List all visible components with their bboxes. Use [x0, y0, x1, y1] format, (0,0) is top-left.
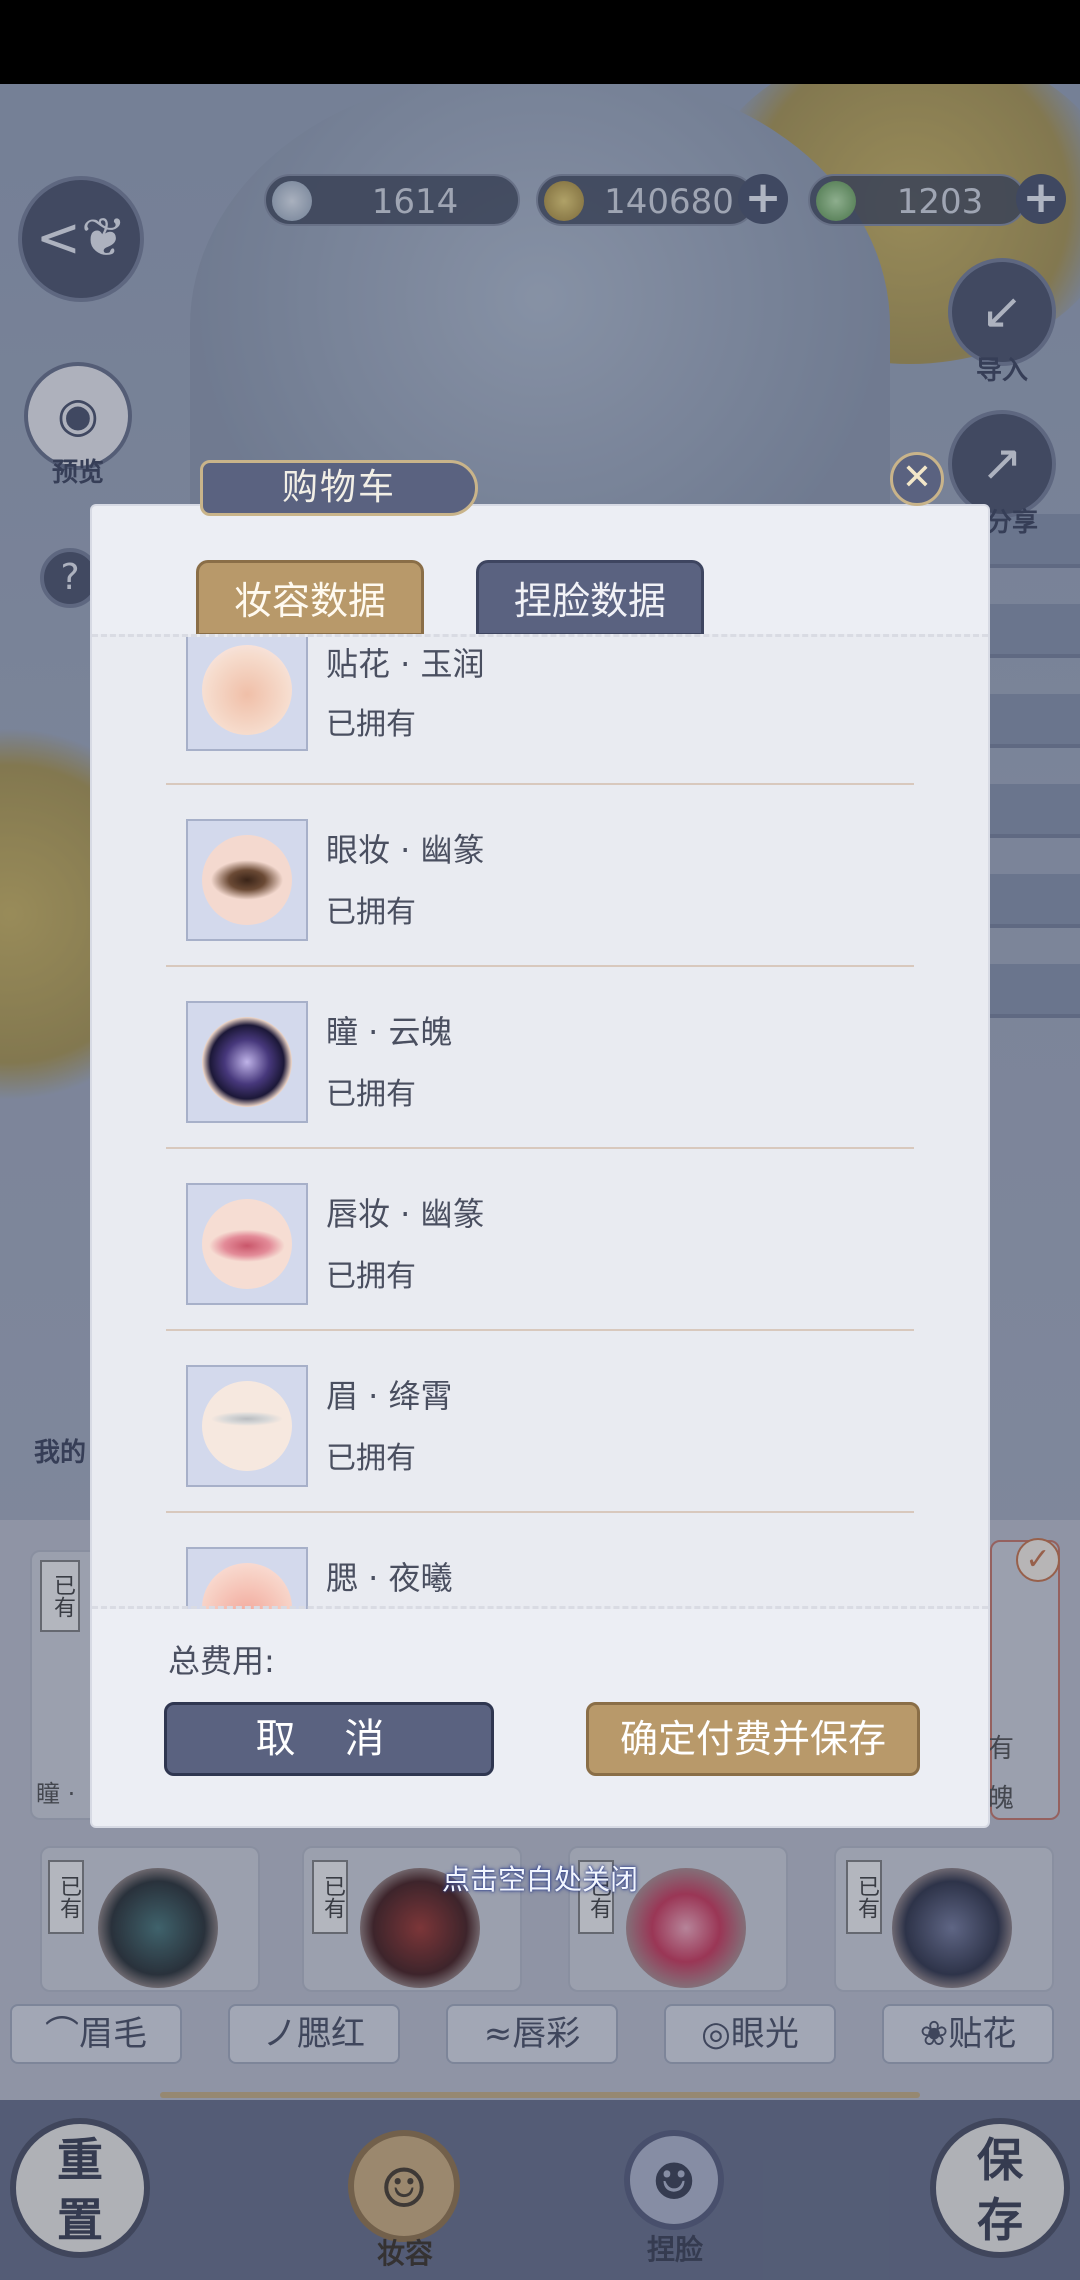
- total-cost-label: 总费用:: [168, 1642, 275, 1680]
- item-status: 已拥有: [326, 1077, 416, 1112]
- nose-sticker-icon: [202, 645, 292, 735]
- list-item: 眉 · 绛霄 已拥有: [166, 1329, 914, 1513]
- cart-item-list[interactable]: 贴花 · 玉润 已拥有 眼妆 · 幽篆 已拥有 瞳 · 云魄 已拥有 唇妆 · …: [92, 634, 988, 1609]
- blush-icon: [202, 1563, 292, 1609]
- item-name: 腮 · 夜曦: [326, 1559, 453, 1597]
- item-thumbnail: [186, 1183, 308, 1305]
- item-thumbnail: [186, 1365, 308, 1487]
- item-thumbnail: [186, 1547, 308, 1609]
- item-thumbnail: [186, 819, 308, 941]
- tab-makeup-data[interactable]: 妆容数据: [196, 560, 424, 636]
- item-status: 已拥有: [326, 1259, 416, 1294]
- dialog-title: 购物车: [200, 460, 478, 516]
- tab-face-data[interactable]: 捏脸数据: [476, 560, 704, 636]
- confirm-pay-save-button[interactable]: 确定付费并保存: [586, 1702, 920, 1776]
- close-hint: 点击空白处关闭: [441, 1863, 638, 1896]
- pupil-icon: [202, 1017, 292, 1107]
- list-item: 眼妆 · 幽篆 已拥有: [166, 783, 914, 967]
- item-status: 已拥有: [326, 895, 416, 930]
- eyebrow-icon: [202, 1381, 292, 1471]
- cancel-button[interactable]: 取 消: [164, 1702, 494, 1776]
- list-item: 瞳 · 云魄 已拥有: [166, 965, 914, 1149]
- list-item: 贴花 · 玉润 已拥有: [166, 637, 914, 785]
- item-status: 已拥有: [326, 707, 416, 742]
- close-icon[interactable]: ✕: [890, 452, 944, 506]
- status-bar: [0, 0, 1080, 84]
- item-thumbnail: [186, 1001, 308, 1123]
- list-item: 腮 · 夜曦: [166, 1511, 914, 1609]
- lips-icon: [202, 1199, 292, 1289]
- list-item: 唇妆 · 幽篆 已拥有: [166, 1147, 914, 1331]
- item-name: 唇妆 · 幽篆: [326, 1195, 485, 1233]
- item-status: 已拥有: [326, 1441, 416, 1476]
- divider: [92, 1606, 988, 1612]
- item-name: 贴花 · 玉润: [326, 645, 485, 683]
- item-name: 瞳 · 云魄: [326, 1013, 453, 1051]
- item-name: 眉 · 绛霄: [326, 1377, 453, 1415]
- shopping-cart-dialog: 妆容数据 捏脸数据 贴花 · 玉润 已拥有 眼妆 · 幽篆 已拥有 瞳 · 云魄…: [92, 506, 988, 1826]
- item-thumbnail: [186, 637, 308, 751]
- item-name: 眼妆 · 幽篆: [326, 831, 485, 869]
- eye-makeup-icon: [202, 835, 292, 925]
